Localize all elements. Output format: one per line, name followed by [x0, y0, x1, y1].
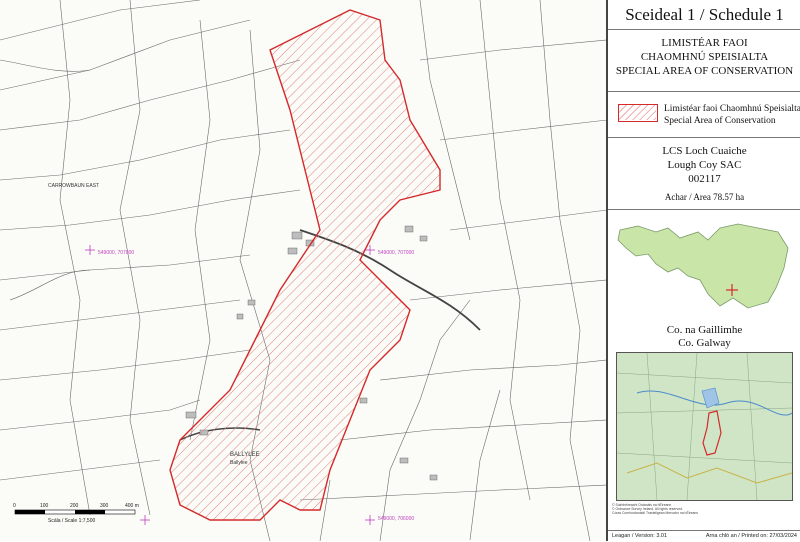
townland-label: Ballylee: [230, 460, 248, 466]
scale-tick: 0: [13, 503, 16, 509]
field-boundaries: [0, 0, 606, 541]
printed-date: Arna chló an / Printed on: 27/03/2024: [705, 533, 797, 539]
legend-label-irish: Limistéar faoi Chaomhnú Speisialta: [664, 104, 800, 114]
overview-inset-map: [616, 352, 793, 501]
map-legend: Limistéar faoi Chaomhnú Speisialta Speci…: [608, 92, 800, 138]
townland-label: CARROWBAUN EAST: [48, 183, 100, 189]
legend-label-english: Special Area of Conservation: [664, 116, 776, 126]
sac-boundary: [169, 9, 441, 521]
copyright-notice: © Suirbhéireacht Ordanáis na hÉireann © …: [612, 503, 797, 515]
designation-english: SPECIAL AREA OF CONSERVATION: [615, 65, 794, 77]
map-info-panel: Sceideal 1 / Schedule 1 LIMISTÉAR FAOI C…: [607, 0, 800, 541]
schedule-title: Sceideal 1 / Schedule 1: [608, 0, 800, 30]
county-name-english: Co. Galway: [678, 337, 731, 349]
scale-tick: 200: [70, 503, 79, 509]
designation-block: LIMISTÉAR FAOI CHAOMHNÚ SPEISIALTA SPECI…: [608, 30, 800, 92]
scale-tick: 300: [100, 503, 109, 509]
map-footer: Leagan / Version: 3.01 Arna chló an / Pr…: [608, 530, 800, 542]
scale-bar: [14, 509, 136, 515]
site-map[interactable]: CARROWBAUN EAST BALLYLEE Ballylee 549000…: [0, 0, 607, 541]
grid-coordinate-label: 549000, 707000: [378, 250, 415, 256]
copyright-line: Córas Comhordanáidí Trasteilgean Mercato…: [612, 511, 699, 515]
county-locator: Co. na Gaillimhe Co. Galway: [608, 210, 800, 350]
scale-text: Scála / Scale 1:7,500: [48, 518, 96, 524]
county-outline-map: [617, 223, 789, 309]
scale-tick: 100: [40, 503, 49, 509]
site-code: 002117: [688, 173, 721, 185]
site-area: Achar / Area 78.57 ha: [664, 192, 745, 202]
grid-coordinate-label: 549000, 707000: [98, 250, 135, 256]
townland-label: BALLYLEE: [230, 452, 260, 458]
designation-irish-line-2: CHAOMHNÚ SPEISIALTA: [640, 51, 769, 63]
site-info: LCS Loch Cuaiche Lough Coy SAC 002117 Ac…: [608, 138, 800, 210]
county-name-irish: Co. na Gaillimhe: [666, 324, 743, 336]
site-name-irish: LCS Loch Cuaiche: [662, 145, 747, 157]
scale-tick: 400 m: [125, 503, 139, 509]
grid-coordinate-label: 549000, 706000: [378, 516, 415, 522]
sac-hatch-swatch: [618, 104, 658, 122]
designation-irish-line-1: LIMISTÉAR FAOI: [661, 37, 748, 49]
version-text: Leagan / Version: 3.01: [612, 533, 668, 539]
site-name-english: Lough Coy SAC: [667, 159, 742, 171]
